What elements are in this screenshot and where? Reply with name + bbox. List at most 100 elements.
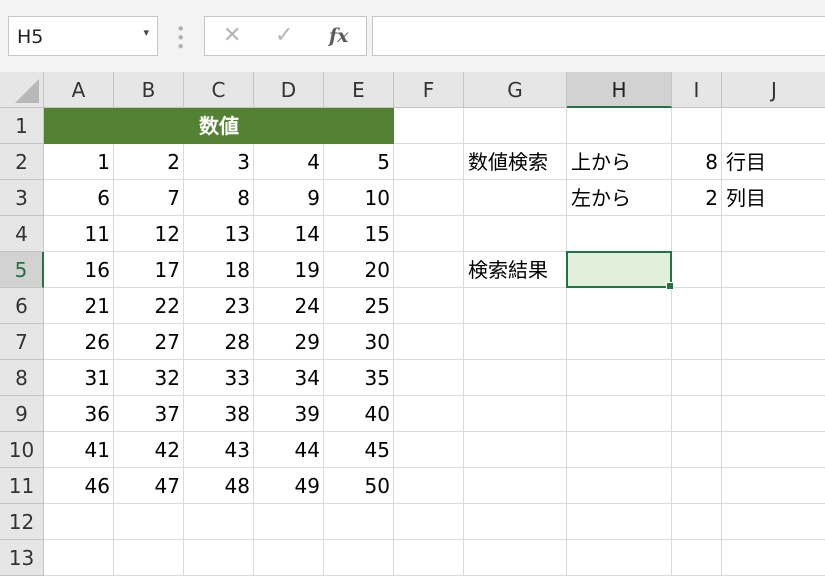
cell-j8[interactable] [722,360,825,396]
number-cell[interactable]: 27 [114,324,184,360]
cell-i6[interactable] [672,288,722,324]
cell-i9[interactable] [672,396,722,432]
column-header-j[interactable]: J [722,72,825,108]
cell-f6[interactable] [394,288,464,324]
number-cell[interactable]: 6 [44,180,114,216]
number-cell[interactable]: 8 [184,180,254,216]
cell-f12[interactable] [394,504,464,540]
result-label-g5[interactable]: 検索結果 [464,252,567,288]
number-cell[interactable]: 29 [254,324,324,360]
number-cell[interactable]: 49 [254,468,324,504]
cell-i5[interactable] [672,252,722,288]
row-value-i2[interactable]: 8 [672,144,722,180]
row-direction-h2[interactable]: 上から [567,144,672,180]
cell-g3[interactable] [464,180,567,216]
number-cell[interactable]: 20 [324,252,394,288]
cell-f10[interactable] [394,432,464,468]
cell-h12[interactable] [567,504,672,540]
number-cell[interactable]: 39 [254,396,324,432]
number-cell[interactable]: 1 [44,144,114,180]
cell-i12[interactable] [672,504,722,540]
column-header-e[interactable]: E [324,72,394,108]
number-cell[interactable]: 9 [254,180,324,216]
number-cell[interactable]: 35 [324,360,394,396]
cell-h8[interactable] [567,360,672,396]
cell-h10[interactable] [567,432,672,468]
number-cell[interactable]: 3 [184,144,254,180]
number-cell[interactable]: 45 [324,432,394,468]
number-cell[interactable]: 32 [114,360,184,396]
number-cell[interactable]: 19 [254,252,324,288]
cell-f5[interactable] [394,252,464,288]
cell-h13[interactable] [567,540,672,576]
cell-f1[interactable] [394,108,464,144]
cell-j9[interactable] [722,396,825,432]
row-header-6[interactable]: 6 [0,288,44,324]
number-cell[interactable]: 11 [44,216,114,252]
number-cell[interactable]: 23 [184,288,254,324]
cell-f4[interactable] [394,216,464,252]
cell-g6[interactable] [464,288,567,324]
cell-f9[interactable] [394,396,464,432]
cell-h4[interactable] [567,216,672,252]
selected-cell-h5[interactable] [566,251,674,290]
row-header-10[interactable]: 10 [0,432,44,468]
number-cell[interactable]: 40 [324,396,394,432]
cell-j12[interactable] [722,504,825,540]
cell-i7[interactable] [672,324,722,360]
checkmark-icon[interactable]: ✓ [275,23,293,48]
cell-h11[interactable] [567,468,672,504]
column-header-b[interactable]: B [114,72,184,108]
cell-g11[interactable] [464,468,567,504]
number-cell[interactable]: 36 [44,396,114,432]
cell-j11[interactable] [722,468,825,504]
cell-j4[interactable] [722,216,825,252]
cell-h7[interactable] [567,324,672,360]
row-header-2[interactable]: 2 [0,144,44,180]
row-header-9[interactable]: 9 [0,396,44,432]
number-cell[interactable]: 33 [184,360,254,396]
row-header-8[interactable]: 8 [0,360,44,396]
column-header-g[interactable]: G [464,72,567,108]
number-cell[interactable]: 7 [114,180,184,216]
col-unit-j3[interactable]: 列目 [722,180,825,216]
formula-input[interactable] [372,16,825,56]
cell-c13[interactable] [184,540,254,576]
cell-f8[interactable] [394,360,464,396]
number-cell[interactable]: 24 [254,288,324,324]
cell-j7[interactable] [722,324,825,360]
column-header-f[interactable]: F [394,72,464,108]
cell-i4[interactable] [672,216,722,252]
row-header-7[interactable]: 7 [0,324,44,360]
number-cell[interactable]: 21 [44,288,114,324]
cell-e13[interactable] [324,540,394,576]
col-direction-h3[interactable]: 左から [567,180,672,216]
cell-g1[interactable] [464,108,567,144]
cell-j13[interactable] [722,540,825,576]
cell-b13[interactable] [114,540,184,576]
cell-j5[interactable] [722,252,825,288]
cell-g12[interactable] [464,504,567,540]
cell-i1[interactable] [672,108,722,144]
cell-f11[interactable] [394,468,464,504]
cell-i11[interactable] [672,468,722,504]
number-cell[interactable]: 18 [184,252,254,288]
cell-d12[interactable] [254,504,324,540]
cell-f3[interactable] [394,180,464,216]
number-cell[interactable]: 5 [324,144,394,180]
row-header-3[interactable]: 3 [0,180,44,216]
number-cell[interactable]: 16 [44,252,114,288]
row-header-11[interactable]: 11 [0,468,44,504]
number-cell[interactable]: 22 [114,288,184,324]
number-cell[interactable]: 34 [254,360,324,396]
number-cell[interactable]: 38 [184,396,254,432]
cell-g10[interactable] [464,432,567,468]
number-cell[interactable]: 43 [184,432,254,468]
cancel-icon[interactable]: ✕ [223,23,241,48]
number-cell[interactable]: 41 [44,432,114,468]
number-cell[interactable]: 4 [254,144,324,180]
cell-h6[interactable] [567,288,672,324]
cell-f13[interactable] [394,540,464,576]
cell-g7[interactable] [464,324,567,360]
cell-g4[interactable] [464,216,567,252]
